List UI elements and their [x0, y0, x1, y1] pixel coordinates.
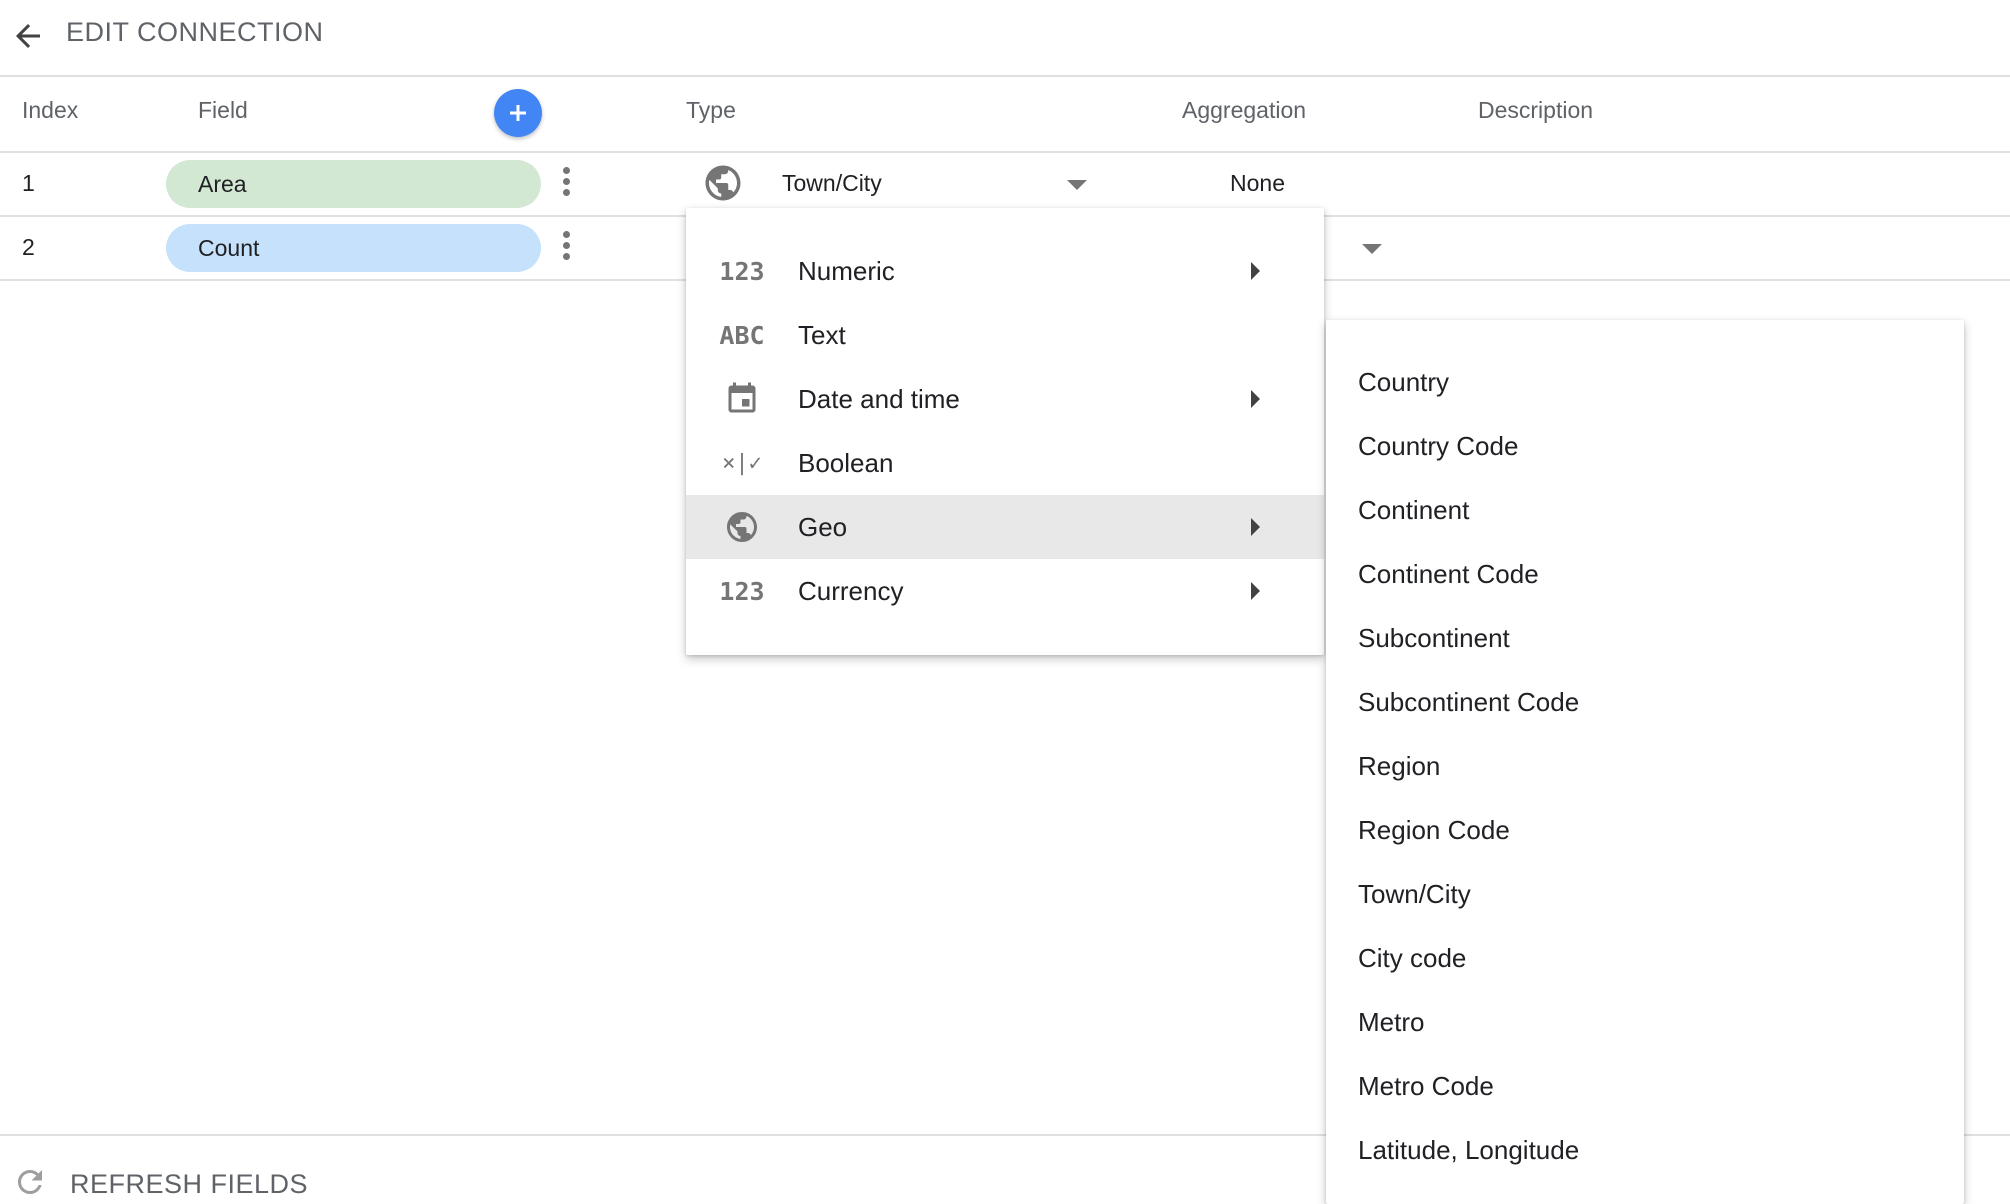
- aggregation-value[interactable]: None: [1230, 170, 1285, 197]
- geo-option-country[interactable]: Country: [1326, 351, 1964, 415]
- boolean-icon: ×|✓: [722, 450, 762, 476]
- geo-option-continent-code[interactable]: Continent Code: [1326, 543, 1964, 607]
- geo-option-label: Continent Code: [1358, 559, 1539, 589]
- field-pill-count[interactable]: Count: [166, 224, 541, 272]
- back-arrow-icon[interactable]: [10, 18, 46, 54]
- type-dropdown-caret-icon[interactable]: [1067, 180, 1087, 190]
- numeric-icon: 123: [719, 256, 765, 286]
- add-field-button[interactable]: [494, 89, 542, 137]
- calendar-icon: [728, 382, 756, 413]
- column-header-type: Type: [686, 97, 736, 123]
- geo-option-label: Country Code: [1358, 431, 1519, 461]
- geo-option-region[interactable]: Region: [1326, 735, 1964, 799]
- menu-item-label: Text: [798, 320, 846, 350]
- plus-icon: [510, 105, 526, 121]
- row-index: 2: [22, 234, 35, 260]
- page-title: EDIT CONNECTION: [66, 17, 324, 47]
- field-more-menu-icon[interactable]: [556, 164, 576, 204]
- globe-icon: [705, 165, 741, 201]
- field-more-menu-icon[interactable]: [556, 228, 576, 268]
- menu-item-label: Numeric: [798, 256, 895, 286]
- menu-item-geo[interactable]: Geo: [686, 495, 1324, 559]
- geo-option-label: Country: [1358, 367, 1450, 397]
- menu-item-label: Date and time: [798, 384, 960, 414]
- geo-option-label: Town/City: [1358, 879, 1471, 909]
- menu-item-boolean[interactable]: ×|✓ Boolean: [686, 431, 1324, 495]
- geo-option-label: Region Code: [1358, 815, 1510, 845]
- field-pill-area[interactable]: Area: [166, 160, 541, 208]
- geo-option-country-code[interactable]: Country Code: [1326, 415, 1964, 479]
- column-header-index: Index: [22, 97, 79, 123]
- menu-item-label: Geo: [798, 512, 848, 542]
- geo-option-label: Continent: [1358, 495, 1470, 525]
- numeric-icon: 123: [719, 576, 765, 606]
- geo-option-town-city[interactable]: Town/City: [1326, 863, 1964, 927]
- column-header-field: Field: [198, 97, 248, 123]
- menu-item-label: Boolean: [798, 448, 894, 478]
- geo-option-subcontinent-code[interactable]: Subcontinent Code: [1326, 671, 1964, 735]
- submenu-arrow-icon: [1251, 262, 1260, 280]
- submenu-arrow-icon: [1251, 518, 1260, 536]
- geo-submenu: Country Country Code Continent Continent…: [1326, 320, 1964, 1204]
- menu-item-currency[interactable]: 123 Currency: [686, 559, 1324, 623]
- text-icon: ABC: [719, 320, 765, 350]
- submenu-arrow-icon: [1251, 390, 1260, 408]
- menu-item-date-and-time[interactable]: Date and time: [686, 367, 1324, 431]
- geo-option-latitude-longitude[interactable]: Latitude, Longitude: [1326, 1119, 1964, 1183]
- geo-option-metro[interactable]: Metro: [1326, 991, 1964, 1055]
- row-index: 1: [22, 170, 35, 196]
- menu-item-numeric[interactable]: 123 Numeric: [686, 239, 1324, 303]
- menu-item-text[interactable]: ABC Text: [686, 303, 1324, 367]
- geo-option-city-code[interactable]: City code: [1326, 927, 1964, 991]
- column-header-description: Description: [1478, 97, 1594, 123]
- geo-option-metro-code[interactable]: Metro Code: [1326, 1055, 1964, 1119]
- geo-option-continent[interactable]: Continent: [1326, 479, 1964, 543]
- geo-option-subcontinent[interactable]: Subcontinent: [1326, 607, 1964, 671]
- refresh-fields-button[interactable]: REFRESH FIELDS: [70, 1169, 308, 1200]
- aggregation-dropdown-caret-icon[interactable]: [1362, 244, 1382, 254]
- submenu-arrow-icon: [1251, 582, 1260, 600]
- type-menu: 123 Numeric ABC Text Date and time ×|✓ B…: [686, 208, 1324, 655]
- header-divider: [0, 151, 2010, 153]
- refresh-icon[interactable]: [12, 1164, 48, 1200]
- top-bar: EDIT CONNECTION: [0, 0, 2010, 77]
- geo-option-label: Metro: [1358, 1007, 1425, 1037]
- geo-option-label: Region: [1358, 751, 1441, 781]
- geo-option-label: City code: [1358, 943, 1467, 973]
- geo-option-label: Latitude, Longitude: [1358, 1135, 1580, 1165]
- geo-option-label: Subcontinent Code: [1358, 687, 1580, 717]
- geo-option-label: Metro Code: [1358, 1071, 1494, 1101]
- globe-icon: [727, 512, 757, 542]
- geo-option-region-code[interactable]: Region Code: [1326, 799, 1964, 863]
- column-header-aggregation: Aggregation: [1182, 97, 1307, 123]
- geo-option-label: Subcontinent: [1358, 623, 1510, 653]
- menu-item-label: Currency: [798, 576, 904, 606]
- type-select-value[interactable]: Town/City: [782, 170, 882, 197]
